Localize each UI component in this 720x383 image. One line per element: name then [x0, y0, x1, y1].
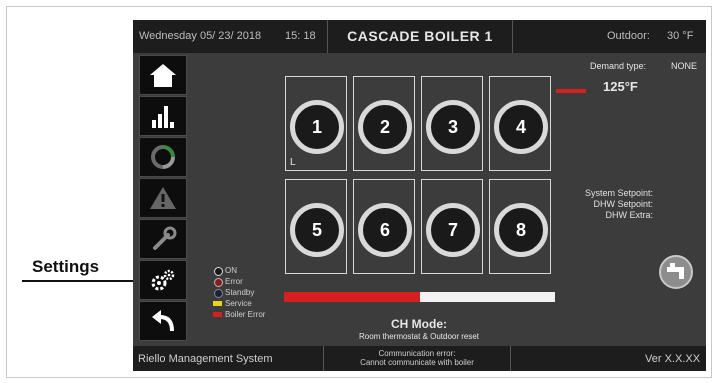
- dhw-extra-label: DHW Extra:: [605, 210, 653, 220]
- error-line-2: Cannot communicate with boiler: [360, 358, 474, 367]
- boiler-tile-5[interactable]: 5: [285, 179, 347, 274]
- demand-type-label: Demand type:: [590, 61, 647, 71]
- service-button[interactable]: [139, 219, 187, 259]
- boiler-tile-2[interactable]: 2: [353, 76, 415, 171]
- boiler-lead-mark: L: [290, 157, 296, 168]
- alarms-button[interactable]: [139, 178, 187, 218]
- version-label: Ver X.X.XX: [645, 353, 701, 365]
- outdoor-temperature: 30 °F: [667, 30, 694, 42]
- on-status-dot: [214, 267, 223, 276]
- ch-mode-panel: CH Mode: Room thermostat & Outdoor reset: [327, 317, 511, 341]
- outdoor-label: Outdoor:: [607, 30, 650, 42]
- boiler-tile-8[interactable]: 8: [489, 179, 551, 274]
- boiler-number: 5: [311, 220, 322, 240]
- boiler-number: 2: [379, 117, 390, 137]
- page-title: CASCADE BOILER 1: [327, 20, 513, 53]
- callout-leader-line: [22, 280, 140, 282]
- boiler-status-ring: 5: [290, 203, 344, 257]
- home-icon: [150, 64, 176, 87]
- gears-icon: [151, 269, 175, 291]
- status-legend: ON Error Standby Service Boiler Error: [213, 265, 265, 320]
- boiler-status-ring: 7: [426, 203, 480, 257]
- date-display: Wednesday 05/ 23/ 2018: [139, 30, 262, 42]
- boiler-number: 8: [515, 220, 526, 240]
- legend-label: Standby: [225, 288, 255, 297]
- warning-icon: [150, 187, 176, 209]
- boiler-tile-6[interactable]: 6: [353, 179, 415, 274]
- legend-label: Error: [225, 277, 243, 286]
- error-status-dot: [214, 278, 223, 287]
- bar-chart-icon: [152, 106, 174, 128]
- top-status-bar: Wednesday 05/ 23/ 2018 15: 18 CASCADE BO…: [133, 20, 706, 53]
- legend-label: ON: [225, 266, 237, 275]
- back-button[interactable]: [139, 301, 187, 341]
- setpoint-labels: System Setpoint: DHW Setpoint: DHW Extra…: [563, 188, 653, 221]
- boiler-number: 7: [447, 220, 458, 240]
- communication-error-message: Communication error: Cannot communicate …: [323, 346, 511, 371]
- controller-screen: Wednesday 05/ 23/ 2018 15: 18 CASCADE BO…: [133, 20, 706, 371]
- legend-item: Boiler Error: [213, 309, 265, 320]
- refresh-button[interactable]: [139, 137, 187, 177]
- boiler-status-ring: 1: [290, 100, 344, 154]
- refresh-icon: [151, 145, 175, 169]
- standby-status-dot: [214, 289, 223, 298]
- boiler-number: 4: [515, 117, 526, 137]
- legend-item: ON: [213, 265, 265, 276]
- boiler-status-ring: 4: [494, 100, 548, 154]
- boiler-tile-4[interactable]: 4: [489, 76, 551, 171]
- system-name: Riello Management System: [138, 353, 273, 365]
- legend-item: Error: [213, 276, 265, 287]
- system-setpoint-label: System Setpoint:: [584, 188, 653, 198]
- boiler-number: 6: [379, 220, 390, 240]
- boiler-number: 3: [447, 117, 458, 137]
- ch-mode-subtitle: Room thermostat & Outdoor reset: [358, 332, 480, 341]
- boiler-error-swatch: [213, 312, 222, 317]
- time-display: 15: 18: [285, 30, 316, 42]
- legend-label: Service: [225, 299, 252, 308]
- boiler-status-ring: 3: [426, 100, 480, 154]
- wrench-icon: [153, 226, 177, 250]
- boiler-tile-7[interactable]: 7: [421, 179, 483, 274]
- legend-item: Service: [213, 298, 265, 309]
- boiler-tile-1[interactable]: 1 L: [285, 76, 347, 171]
- boiler-number: 1: [311, 117, 322, 137]
- settings-callout-label: Settings: [32, 257, 100, 276]
- ch-mode-title: CH Mode:: [391, 317, 447, 331]
- settings-button[interactable]: [139, 260, 187, 300]
- boiler-status-ring: 6: [358, 203, 412, 257]
- demand-type-value: NONE: [671, 61, 698, 71]
- system-temperature: 125°F: [603, 79, 638, 94]
- progress-fill: [284, 292, 420, 302]
- bottom-status-bar: Riello Management System Communication e…: [133, 346, 706, 371]
- boiler-status-ring: 2: [358, 100, 412, 154]
- back-arrow-icon: [152, 310, 174, 332]
- faucet-icon: [667, 263, 684, 279]
- dhw-button[interactable]: [659, 255, 693, 289]
- temperature-indicator: [556, 89, 586, 93]
- error-line-1: Communication error:: [378, 349, 456, 358]
- legend-label: Boiler Error: [225, 310, 266, 319]
- legend-item: Standby: [213, 287, 265, 298]
- boiler-tile-3[interactable]: 3: [421, 76, 483, 171]
- dhw-setpoint-label: DHW Setpoint:: [593, 199, 653, 209]
- boiler-status-ring: 8: [494, 203, 548, 257]
- home-button[interactable]: [139, 55, 187, 95]
- statistics-button[interactable]: [139, 96, 187, 136]
- modulation-progress-bar: [284, 292, 555, 302]
- service-status-swatch: [213, 301, 222, 306]
